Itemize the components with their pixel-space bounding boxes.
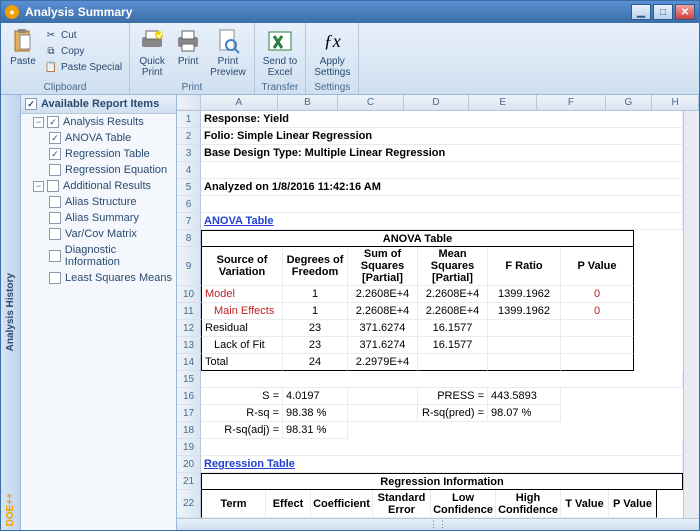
window-title: Analysis Summary (25, 5, 629, 19)
quick-print-button[interactable]: Quick Print (134, 25, 170, 80)
titlebar: ● Analysis Summary ▁ □ ✕ (1, 1, 699, 23)
col-D[interactable]: D (404, 95, 469, 110)
report-tree: ✓Available Report Items −✓Analysis Resul… (21, 95, 177, 530)
group-transfer-label: Transfer (262, 81, 299, 94)
anova-link[interactable]: ANOVA Table (201, 213, 683, 230)
spreadsheet: A B C D E F G H 1Response: Yield 2Folio:… (177, 95, 699, 530)
copy-button[interactable]: ⧉Copy (41, 43, 125, 59)
folio-label: Folio: Simple Linear Regression (201, 128, 683, 145)
print-preview-button[interactable]: Print Preview (206, 25, 250, 80)
grid-body[interactable]: 1Response: Yield 2Folio: Simple Linear R… (177, 111, 683, 518)
statusbar: ⋮⋮ (177, 518, 699, 530)
print-icon (174, 27, 202, 55)
tree-node-additional-results[interactable]: −Additional Results (21, 178, 176, 194)
checkbox-icon[interactable] (49, 250, 61, 262)
checkbox-icon[interactable] (49, 272, 61, 284)
copy-icon: ⧉ (44, 44, 58, 58)
apply-settings-button[interactable]: ƒxApply Settings (310, 25, 354, 80)
tree-node-varcov-matrix[interactable]: Var/Cov Matrix (21, 226, 176, 242)
cut-button[interactable]: ✂Cut (41, 27, 125, 43)
checkbox-icon[interactable] (49, 228, 61, 240)
paste-special-icon: 📋 (44, 60, 58, 74)
tree-node-regression-equation[interactable]: Regression Equation (21, 162, 176, 178)
response-label: Response: Yield (201, 111, 683, 128)
checkbox-icon[interactable]: ✓ (25, 98, 37, 110)
tree-node-alias-structure[interactable]: Alias Structure (21, 194, 176, 210)
checkbox-icon[interactable]: ✓ (47, 116, 59, 128)
regression-title: Regression Information (201, 473, 683, 490)
checkbox-icon[interactable]: ✓ (49, 148, 61, 160)
maximize-button[interactable]: □ (653, 4, 673, 20)
tree-node-diagnostic-info[interactable]: Diagnostic Information (21, 242, 176, 270)
col-F[interactable]: F (537, 95, 605, 110)
vertical-scrollbar[interactable] (683, 111, 699, 518)
print-button[interactable]: Print (170, 25, 206, 69)
tree-node-regression-table[interactable]: ✓Regression Table (21, 146, 176, 162)
tree-header: ✓Available Report Items (21, 95, 176, 114)
corner-cell[interactable] (177, 95, 201, 110)
app-icon: ● (5, 5, 19, 19)
design-type-label: Base Design Type: Multiple Linear Regres… (201, 145, 683, 162)
col-C[interactable]: C (338, 95, 403, 110)
checkbox-icon[interactable]: ✓ (49, 132, 61, 144)
cut-icon: ✂ (44, 28, 58, 42)
col-E[interactable]: E (469, 95, 537, 110)
side-tabs: Analysis History DOE++ (1, 95, 21, 530)
group-settings-label: Settings (314, 81, 350, 94)
checkbox-icon[interactable] (47, 180, 59, 192)
regression-link[interactable]: Regression Table (201, 456, 683, 473)
collapse-icon[interactable]: − (33, 181, 44, 192)
col-B[interactable]: B (278, 95, 339, 110)
send-to-excel-button[interactable]: Send to Excel (259, 25, 301, 80)
column-headers: A B C D E F G H (177, 95, 699, 111)
excel-icon (266, 27, 294, 55)
tree-node-analysis-results[interactable]: −✓Analysis Results (21, 114, 176, 130)
collapse-icon[interactable]: − (33, 117, 44, 128)
col-G[interactable]: G (606, 95, 653, 110)
print-preview-icon (214, 27, 242, 55)
paste-button[interactable]: Paste (5, 25, 41, 69)
col-H[interactable]: H (652, 95, 699, 110)
close-button[interactable]: ✕ (675, 4, 695, 20)
analysis-history-tab[interactable]: Analysis History (5, 265, 16, 359)
paste-label: Paste (10, 56, 36, 67)
quick-print-icon (138, 27, 166, 55)
checkbox-icon[interactable] (49, 164, 61, 176)
analyzed-on-label: Analyzed on 1/8/2016 11:42:16 AM (201, 179, 683, 196)
fx-icon: ƒx (318, 27, 346, 55)
group-clipboard-label: Clipboard (44, 81, 87, 94)
group-print-label: Print (182, 81, 203, 94)
checkbox-icon[interactable] (49, 212, 61, 224)
tree-node-least-squares[interactable]: Least Squares Means (21, 270, 176, 286)
tree-node-alias-summary[interactable]: Alias Summary (21, 210, 176, 226)
checkbox-icon[interactable] (49, 196, 61, 208)
minimize-button[interactable]: ▁ (631, 4, 651, 20)
tree-node-anova-table[interactable]: ✓ANOVA Table (21, 130, 176, 146)
ribbon: Paste ✂Cut ⧉Copy 📋Paste Special Clipboar… (1, 23, 699, 95)
paste-icon (9, 27, 37, 55)
col-A[interactable]: A (201, 95, 278, 110)
brand-label: DOE++ (5, 493, 16, 526)
anova-title: ANOVA Table (201, 230, 634, 247)
paste-special-button[interactable]: 📋Paste Special (41, 59, 125, 75)
